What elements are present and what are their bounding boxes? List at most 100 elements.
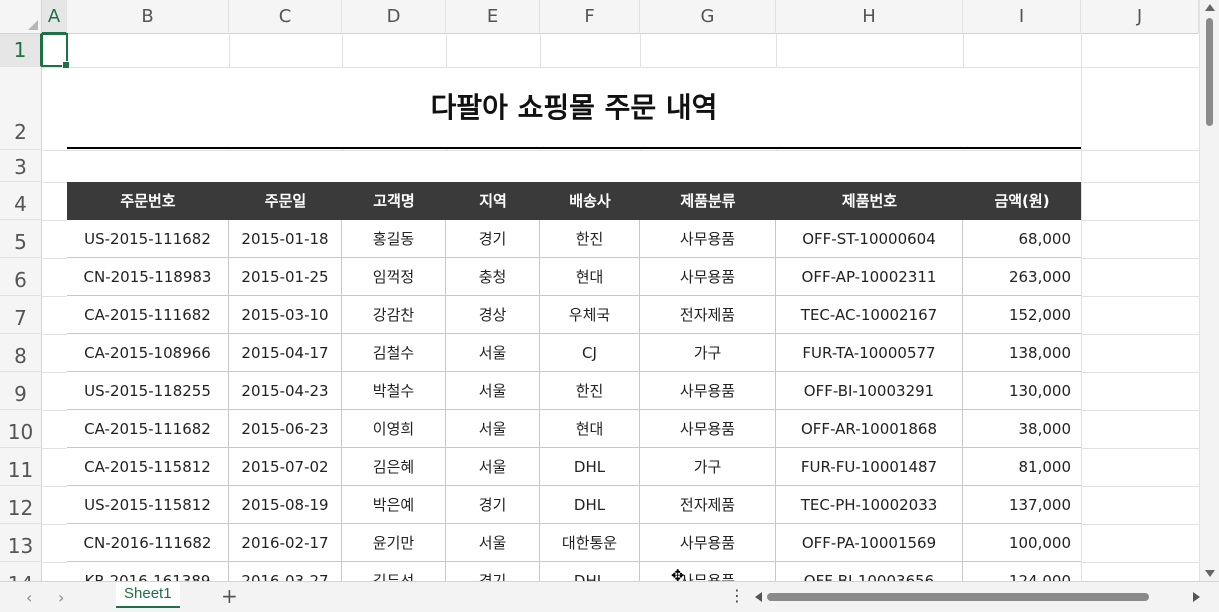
sheet-tab-sheet1[interactable]: Sheet1 <box>116 582 180 608</box>
cell-product-id[interactable]: OFF-AP-10002311 <box>776 258 963 295</box>
cell-carrier[interactable]: DHL <box>540 562 640 581</box>
row-header-12[interactable]: 12 <box>0 486 42 524</box>
cell-region[interactable]: 경기 <box>446 486 540 523</box>
cell-amount[interactable]: 68,000 <box>963 220 1081 257</box>
row-header-2[interactable]: 2 <box>0 67 42 150</box>
vertical-scroll-thumb[interactable] <box>1206 18 1213 126</box>
cell-order-date[interactable]: 2015-06-23 <box>229 410 342 447</box>
row-header-8[interactable]: 8 <box>0 334 42 372</box>
cell-customer[interactable]: 이영희 <box>342 410 446 447</box>
cell-carrier[interactable]: CJ <box>540 334 640 371</box>
cell-order-number[interactable]: US-2015-115812 <box>67 486 229 523</box>
cell-carrier[interactable]: 한진 <box>540 220 640 257</box>
cell-region[interactable]: 서울 <box>446 410 540 447</box>
header-category[interactable]: 제품분류 <box>640 182 776 220</box>
select-all-button[interactable] <box>0 0 42 34</box>
column-header-g[interactable]: G <box>640 0 776 34</box>
cell-order-number[interactable]: US-2015-111682 <box>67 220 229 257</box>
header-product-id[interactable]: 제품번호 <box>776 182 963 220</box>
cell-category[interactable]: 가구 <box>640 448 776 485</box>
cell-customer[interactable]: 김두선 <box>342 562 446 581</box>
cell-product-id[interactable]: FUR-TA-10000577 <box>776 334 963 371</box>
cell-product-id[interactable]: OFF-AR-10001868 <box>776 410 963 447</box>
cell-carrier[interactable]: 현대 <box>540 410 640 447</box>
cell-carrier[interactable]: 대한통운 <box>540 524 640 561</box>
header-order-date[interactable]: 주문일 <box>229 182 342 220</box>
cell-amount[interactable]: 38,000 <box>963 410 1081 447</box>
row-header-7[interactable]: 7 <box>0 296 42 334</box>
cell-category[interactable]: 사무용품 <box>640 220 776 257</box>
cell-order-number[interactable]: KR-2016-161389 <box>67 562 229 581</box>
scroll-left-arrow-icon[interactable] <box>755 592 762 602</box>
cell-amount[interactable]: 138,000 <box>963 334 1081 371</box>
cell-customer[interactable]: 임꺽정 <box>342 258 446 295</box>
cell-category[interactable]: 전자제품 <box>640 296 776 333</box>
cell-region[interactable]: 서울 <box>446 372 540 409</box>
header-customer[interactable]: 고객명 <box>342 182 446 220</box>
cell-customer[interactable]: 윤기만 <box>342 524 446 561</box>
cell-order-number[interactable]: CN-2016-111682 <box>67 524 229 561</box>
cell-order-date[interactable]: 2015-01-25 <box>229 258 342 295</box>
cell-order-date[interactable]: 2015-04-17 <box>229 334 342 371</box>
column-header-c[interactable]: C <box>229 0 342 34</box>
selected-cell-a1[interactable] <box>41 33 70 69</box>
cell-order-date[interactable]: 2016-02-17 <box>229 524 342 561</box>
cell-amount[interactable]: 137,000 <box>963 486 1081 523</box>
horizontal-scroll-thumb[interactable] <box>767 593 1149 601</box>
cell-order-date[interactable]: 2015-01-18 <box>229 220 342 257</box>
cell-order-number[interactable]: CN-2015-118983 <box>67 258 229 295</box>
horizontal-scrollbar[interactable] <box>752 588 1200 606</box>
cell-order-number[interactable]: CA-2015-111682 <box>67 410 229 447</box>
cell-region[interactable]: 경기 <box>446 220 540 257</box>
cell-amount[interactable]: 81,000 <box>963 448 1081 485</box>
column-header-i[interactable]: I <box>963 0 1081 34</box>
cell-product-id[interactable]: TEC-AC-10002167 <box>776 296 963 333</box>
cell-category[interactable]: 사무용품 <box>640 410 776 447</box>
header-carrier[interactable]: 배송사 <box>540 182 640 220</box>
row-header-3[interactable]: 3 <box>0 150 42 182</box>
row-header-11[interactable]: 11 <box>0 448 42 486</box>
column-header-j[interactable]: J <box>1081 0 1199 34</box>
row-header-5[interactable]: 5 <box>0 220 42 258</box>
scroll-up-arrow-icon[interactable] <box>1205 4 1215 11</box>
vertical-scrollbar[interactable] <box>1199 0 1219 581</box>
cell-carrier[interactable]: DHL <box>540 448 640 485</box>
cell-order-date[interactable]: 2015-03-10 <box>229 296 342 333</box>
cell-order-date[interactable]: 2015-08-19 <box>229 486 342 523</box>
cell-region[interactable]: 경상 <box>446 296 540 333</box>
cell-order-number[interactable]: CA-2015-115812 <box>67 448 229 485</box>
column-header-f[interactable]: F <box>540 0 640 34</box>
cell-category[interactable]: 전자제품 <box>640 486 776 523</box>
cell-amount[interactable]: 130,000 <box>963 372 1081 409</box>
cell-order-number[interactable]: CA-2015-111682 <box>67 296 229 333</box>
cell-region[interactable]: 서울 <box>446 334 540 371</box>
row-header-14[interactable]: 14 <box>0 562 42 581</box>
cell-product-id[interactable]: FUR-FU-10001487 <box>776 448 963 485</box>
cell-carrier[interactable]: 한진 <box>540 372 640 409</box>
column-header-e[interactable]: E <box>446 0 540 34</box>
cell-region[interactable]: 서울 <box>446 448 540 485</box>
prev-sheet-icon[interactable]: ‹ <box>26 588 32 607</box>
cell-amount[interactable]: 124,000 <box>963 562 1081 581</box>
cell-order-date[interactable]: 2015-04-23 <box>229 372 342 409</box>
cell-order-date[interactable]: 2016-03-27 <box>229 562 342 581</box>
cell-customer[interactable]: 박은예 <box>342 486 446 523</box>
cell-order-number[interactable]: CA-2015-108966 <box>67 334 229 371</box>
cell-product-id[interactable]: OFF-PA-10001569 <box>776 524 963 561</box>
column-header-h[interactable]: H <box>776 0 963 34</box>
column-header-b[interactable]: B <box>67 0 229 34</box>
cell-customer[interactable]: 박철수 <box>342 372 446 409</box>
row-header-6[interactable]: 6 <box>0 258 42 296</box>
row-header-4[interactable]: 4 <box>0 182 42 220</box>
cell-customer[interactable]: 강감찬 <box>342 296 446 333</box>
cell-product-id[interactable]: TEC-PH-10002033 <box>776 486 963 523</box>
cell-order-date[interactable]: 2015-07-02 <box>229 448 342 485</box>
cell-region[interactable]: 경기 <box>446 562 540 581</box>
row-header-10[interactable]: 10 <box>0 410 42 448</box>
cell-product-id[interactable]: OFF-BI-10003656 <box>776 562 963 581</box>
header-region[interactable]: 지역 <box>446 182 540 220</box>
header-amount[interactable]: 금액(원) <box>963 182 1081 220</box>
row-header-1[interactable]: 1 <box>0 34 42 67</box>
cell-amount[interactable]: 263,000 <box>963 258 1081 295</box>
scroll-down-arrow-icon[interactable] <box>1205 570 1215 577</box>
